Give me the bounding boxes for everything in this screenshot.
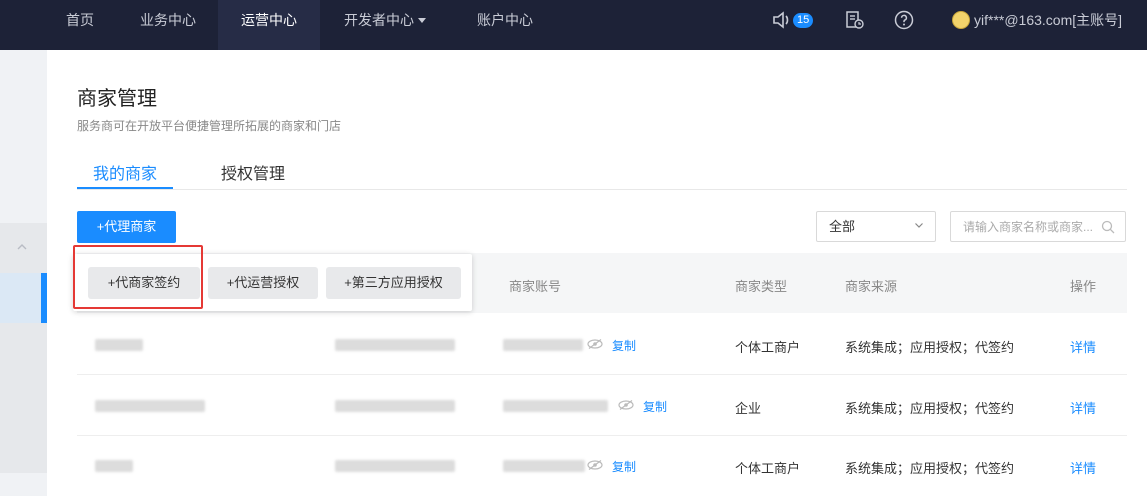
operation-authorization-button[interactable]: +代运营授权 (208, 267, 318, 299)
document-clock-icon (846, 11, 864, 29)
merchant-source: 系统集成；应用授权；代签约 (845, 401, 1015, 416)
merchant-search (950, 211, 1126, 242)
sidebar-item-active[interactable] (0, 273, 47, 323)
tab-authorization[interactable]: 授权管理 (221, 160, 285, 184)
header-merchant-source: 商家来源 (845, 279, 898, 294)
question-circle-icon (894, 10, 914, 30)
nav-account-center[interactable]: 账户中心 (470, 0, 540, 50)
merchant-filter-select[interactable]: 全部 (816, 211, 936, 242)
merchant-source: 系统集成；应用授权；代签约 (845, 340, 1015, 355)
copy-link[interactable]: 复制 (612, 337, 636, 354)
header-action: 操作 (1070, 279, 1097, 294)
sidebar-group (0, 223, 47, 473)
user-account-label: yif***@163.com[主账号] (974, 12, 1123, 28)
tabs-divider (77, 189, 1127, 190)
nav-developer-center[interactable]: 开发者中心 (340, 0, 430, 50)
details-link[interactable]: 详情 (1070, 398, 1096, 417)
page-subtitle: 服务商可在开放平台便捷管理所拓展的商家和门店 (77, 119, 342, 133)
search-icon[interactable] (1101, 220, 1115, 234)
merchant-source: 系统集成；应用授权；代签约 (845, 461, 1015, 476)
copy-link[interactable]: 复制 (643, 398, 667, 415)
nav-operation-center[interactable]: 运营中心 (218, 0, 320, 50)
filter-value: 全部 (829, 219, 856, 234)
avatar (952, 11, 970, 29)
merchant-type: 个体工商户 (735, 461, 801, 476)
copy-link[interactable]: 复制 (612, 458, 636, 475)
top-nav-bar: 首页 业务中心 运营中心 开发者中心 账户中心 15 yif***@163.co… (0, 0, 1147, 50)
page-title: 商家管理 (77, 88, 157, 110)
masked-merchant-id (335, 339, 455, 351)
chevron-up-icon[interactable] (17, 242, 27, 252)
masked-merchant-account (503, 400, 608, 412)
search-input[interactable] (963, 218, 1098, 236)
masked-merchant-account (503, 460, 585, 472)
active-tab-underline (77, 187, 173, 189)
chevron-down-icon (418, 18, 426, 23)
masked-merchant-name (95, 400, 205, 412)
tab-my-merchants[interactable]: 我的商家 (93, 160, 157, 184)
nav-business-center[interactable]: 业务中心 (133, 0, 203, 50)
eye-slash-icon[interactable] (587, 339, 603, 349)
details-link[interactable]: 详情 (1070, 458, 1096, 477)
masked-merchant-name (95, 460, 133, 472)
highlight-frame (73, 245, 203, 309)
merchant-type: 企业 (735, 401, 762, 416)
nav-developer-center-label: 开发者中心 (344, 12, 414, 28)
masked-merchant-id (335, 460, 455, 472)
help-button[interactable] (894, 0, 914, 40)
speaker-icon (773, 11, 789, 29)
masked-merchant-name (95, 339, 143, 351)
active-indicator (41, 273, 47, 323)
chevron-down-icon (915, 223, 923, 228)
details-link[interactable]: 详情 (1070, 337, 1096, 356)
third-party-app-authorization-button[interactable]: +第三方应用授权 (326, 267, 461, 299)
row-divider (77, 374, 1127, 375)
notification-badge: 15 (793, 12, 814, 28)
header-merchant-account: 商家账号 (509, 279, 562, 294)
masked-merchant-account (503, 339, 583, 351)
row-divider (77, 435, 1127, 436)
notification-button[interactable]: 15 (772, 0, 814, 40)
eye-slash-icon[interactable] (587, 460, 603, 470)
sidebar (0, 50, 47, 496)
nav-home[interactable]: 首页 (60, 0, 100, 50)
merchant-type: 个体工商户 (735, 340, 801, 355)
eye-slash-icon[interactable] (618, 400, 634, 410)
masked-merchant-id (335, 400, 455, 412)
agent-merchant-button[interactable]: +代理商家 (77, 211, 176, 243)
user-menu[interactable]: yif***@163.com[主账号] (952, 0, 1122, 40)
header-merchant-type: 商家类型 (735, 279, 788, 294)
document-button[interactable] (845, 0, 865, 40)
